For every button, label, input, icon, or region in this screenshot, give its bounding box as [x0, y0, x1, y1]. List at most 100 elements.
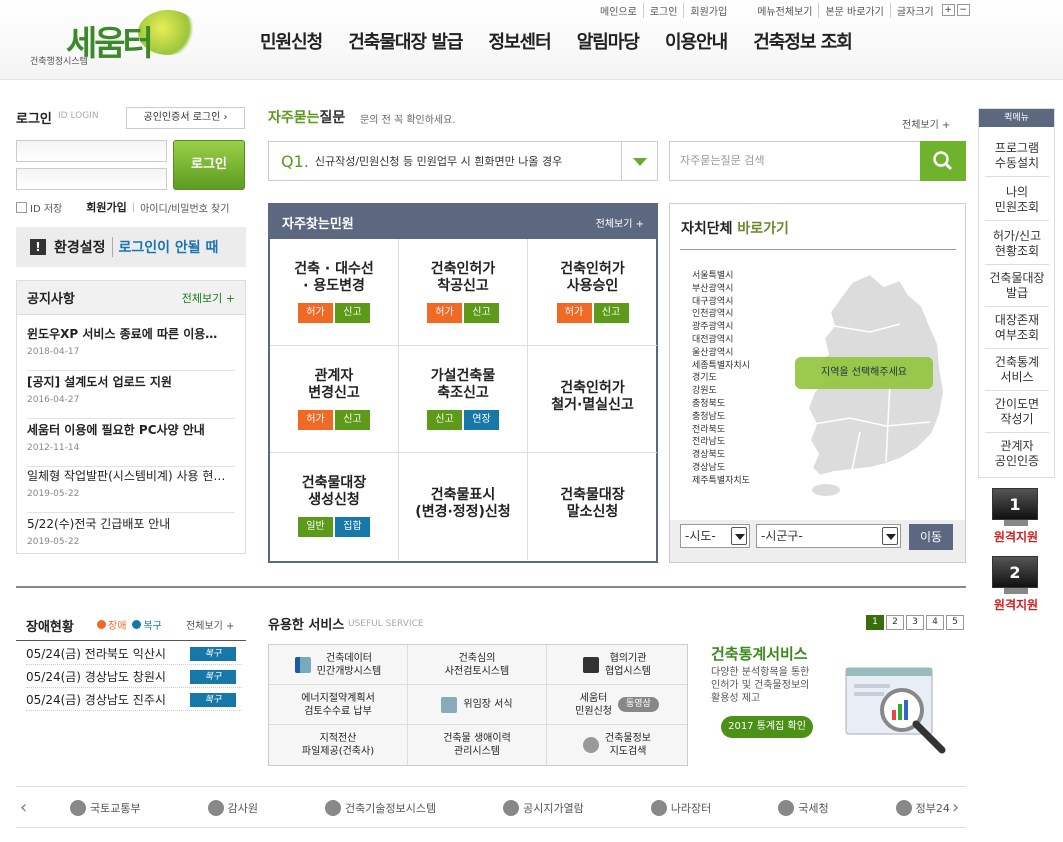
partner-link[interactable]: 공시지가열람 [503, 800, 584, 816]
nav-civil-apply[interactable]: 민원신청 [260, 28, 323, 54]
chevron-left-icon[interactable]: ‹ [20, 797, 27, 818]
civil-item[interactable]: 가설건축물 축조신고 신고 연장 [399, 346, 528, 453]
useful-service-item[interactable]: 건축물정보 지도검색 [547, 725, 687, 765]
remote-support-1[interactable]: 1 원격지원 [992, 488, 1040, 545]
cert-login-button[interactable]: 공인인증서 로그인 › [126, 107, 245, 129]
password-input[interactable] [16, 168, 167, 190]
civil-more-link[interactable]: 전체보기 + [596, 215, 644, 230]
notice-more-link[interactable]: 전체보기 + [182, 290, 235, 306]
region-list-item[interactable]: 인천광역시 [692, 308, 750, 321]
util-login-link[interactable]: 로그인 [642, 2, 684, 18]
region-list-item[interactable]: 서울특별시 [692, 270, 750, 283]
login-button[interactable]: 로그인 [173, 140, 245, 190]
region-list-item[interactable]: 경상북도 [692, 449, 750, 462]
outage-row[interactable]: 05/24(금) 경상남도 진주시 복구 [26, 689, 242, 711]
region-list-item[interactable]: 대구광역시 [692, 296, 750, 309]
page-4-button[interactable]: 4 [926, 615, 944, 630]
quick-menu-item[interactable]: 프로그램 수동설치 [985, 137, 1049, 177]
tag-button[interactable]: 신고 [593, 303, 629, 323]
util-sitemap-link[interactable]: 메뉴전체보기 [751, 3, 818, 18]
region-list-item[interactable]: 경기도 [692, 372, 750, 385]
notice-item[interactable]: 5/22(수)전국 긴급배포 안내 2019-05-22 [27, 515, 235, 561]
civil-item[interactable]: 건축 · 대수선 · 용도변경 허가 신고 [270, 239, 399, 346]
quick-menu-item[interactable]: 허가/신고 현황조회 [985, 225, 1049, 265]
nav-building-info[interactable]: 건축정보 조회 [753, 28, 853, 54]
tag-button[interactable]: 연장 [464, 410, 499, 430]
stat-service-title[interactable]: 건축통계서비스 [711, 643, 808, 664]
page-2-button[interactable]: 2 [886, 615, 904, 630]
civil-item[interactable]: 건축인허가 착공신고 허가 신고 [399, 239, 528, 346]
tag-button[interactable]: 집합 [335, 517, 370, 537]
useful-service-item[interactable]: 지적전산 파일제공(건축사) [269, 725, 408, 765]
region-list-item[interactable]: 부산광역시 [692, 283, 750, 296]
quick-menu-item[interactable]: 건축통계 서비스 [985, 351, 1049, 391]
partner-link[interactable]: 나라장터 [650, 800, 711, 816]
nav-guide[interactable]: 이용안내 [665, 28, 728, 54]
quick-menu-item[interactable]: 나의 민원조회 [985, 181, 1049, 221]
quick-menu-item[interactable]: 대장존재 여부조회 [985, 309, 1049, 349]
useful-service-item[interactable]: 건축심의 사전검토시스템 [408, 645, 547, 685]
stat-book-button[interactable]: 2017 통계집 확인 [721, 716, 813, 738]
find-account-link[interactable]: 아이디/비밀번호 찾기 [140, 200, 229, 215]
partner-link[interactable]: 감사원 [207, 800, 258, 816]
notice-item[interactable]: [공지] 설계도서 업로드 지원 2016-04-27 [27, 373, 235, 419]
region-list-item[interactable]: 전라남도 [692, 436, 750, 449]
region-list-item[interactable]: 제주특별자치도 [692, 475, 750, 488]
chevron-down-icon[interactable] [621, 142, 657, 180]
chevron-right-icon[interactable]: › [952, 797, 959, 818]
faq-question-select[interactable]: Q1. 신규작성/민원신청 등 민원업무 시 흰화면만 나올 경우 [268, 141, 658, 181]
notice-item[interactable]: 세움터 이용에 필요한 PC사양 안내 2012-11-14 [27, 421, 235, 467]
faq-search-input[interactable]: 자주묻는질문 검색 [669, 141, 921, 181]
civil-item[interactable]: 건축물대장 생성신청 일반 집합 [270, 453, 399, 560]
tag-button[interactable]: 허가 [298, 410, 333, 430]
useful-service-item[interactable]: 협의기관 협업시스템 [547, 645, 687, 685]
region-list-item[interactable]: 광주광역시 [692, 321, 750, 334]
nav-notice-board[interactable]: 알림마당 [577, 28, 640, 54]
util-home-link[interactable]: 메인으로 [594, 3, 643, 18]
tag-button[interactable]: 신고 [335, 303, 370, 323]
notice-item[interactable]: 윈도우XP 서비스 종료에 따른 이용… 2018-04-17 [27, 325, 235, 371]
tag-button[interactable]: 허가 [298, 303, 333, 323]
nav-register-issue[interactable]: 건축물대장 발급 [348, 28, 463, 54]
page-5-button[interactable]: 5 [946, 615, 964, 630]
region-list-item[interactable]: 강원도 [692, 385, 750, 398]
partner-link[interactable]: 건축기술정보시스템 [324, 800, 436, 816]
sigungu-select[interactable]: -시군구- [756, 524, 901, 548]
tag-button[interactable]: 신고 [464, 303, 499, 323]
faq-search-button[interactable] [920, 141, 966, 181]
quick-menu-item[interactable]: 관계자 공인인증 [985, 435, 1049, 475]
useful-service-item[interactable]: 에너지절약계획서 검토수수료 납부 [269, 685, 408, 725]
page-3-button[interactable]: 3 [906, 615, 924, 630]
site-logo[interactable]: 세움터 건축행정시스템 [28, 10, 208, 70]
remote-support-2[interactable]: 2 원격지원 [992, 556, 1040, 613]
quick-menu-item[interactable]: 건축물대장 발급 [985, 267, 1049, 307]
tag-button[interactable]: 허가 [427, 303, 462, 323]
font-increase-button[interactable]: + [941, 4, 955, 16]
tag-button[interactable]: 신고 [335, 410, 370, 430]
useful-service-item[interactable]: 세움터 민원신청 동영상 [547, 685, 687, 725]
util-join-link[interactable]: 회원가입 [683, 2, 733, 18]
region-list-item[interactable]: 울산광역시 [692, 347, 750, 360]
outage-more-link[interactable]: 전체보기 + [186, 617, 234, 632]
region-list-item[interactable]: 대전광역시 [692, 334, 750, 347]
civil-item[interactable]: 건축인허가 사용승인 허가 신고 [528, 239, 657, 346]
useful-service-item[interactable]: 건축데이터 민간개방시스템 [269, 645, 408, 685]
partner-link[interactable]: 국토교통부 [70, 800, 141, 816]
id-input[interactable] [16, 140, 167, 162]
region-move-button[interactable]: 이동 [909, 524, 953, 550]
join-link[interactable]: 회원가입 [86, 199, 126, 215]
save-id-checkbox[interactable] [16, 201, 27, 213]
outage-row[interactable]: 05/24(금) 경상남도 창원시 복구 [26, 666, 242, 688]
outage-row[interactable]: 05/24(금) 전라북도 익산시 복구 [26, 643, 242, 665]
faq-more-link[interactable]: 전체보기 + [902, 116, 950, 131]
tag-button[interactable]: 일반 [298, 517, 333, 537]
partner-link[interactable]: 국세청 [778, 800, 829, 816]
tag-button[interactable]: 신고 [427, 410, 462, 430]
environment-settings[interactable]: ! 환경설정 로그인이 안될 때 [16, 227, 246, 267]
region-list-item[interactable]: 경상남도 [692, 462, 750, 475]
login-help-link[interactable]: 로그인이 안될 때 [111, 237, 218, 257]
region-list-item[interactable]: 세종특별자치시 [692, 360, 750, 373]
useful-service-item[interactable]: 위임장 서식 [408, 685, 547, 725]
civil-item[interactable]: 건축물대장 말소신청 [528, 453, 657, 560]
sido-select[interactable]: -시도- [680, 524, 750, 548]
